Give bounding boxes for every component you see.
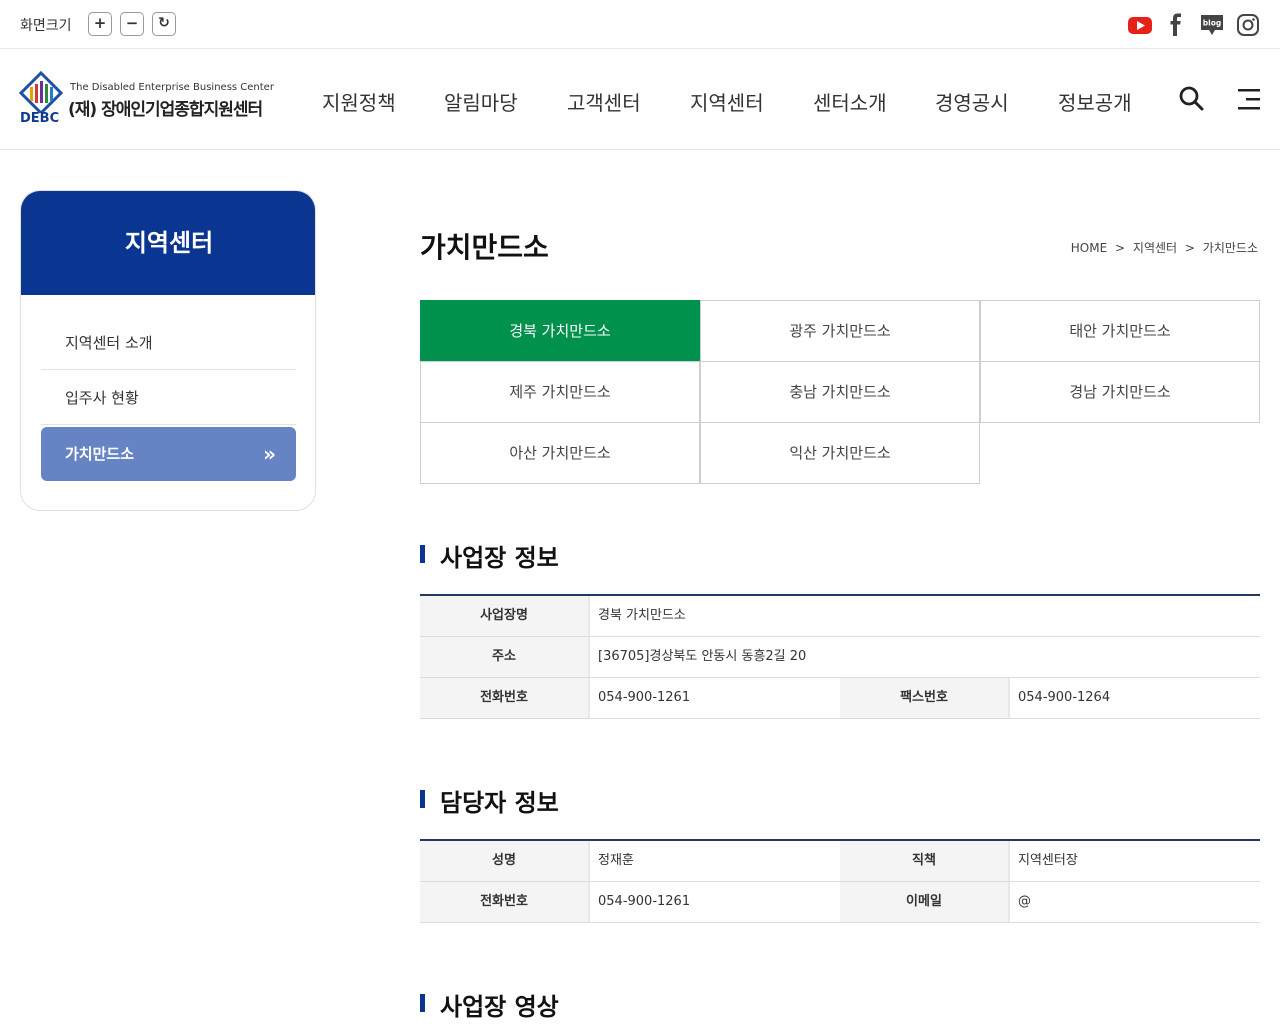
manager-phone-value: 054-900-1261 xyxy=(598,894,691,909)
nav-item-notice[interactable]: 알림마당 xyxy=(444,87,518,116)
manager-info-table: 성명 정재훈 직책 지역센터장 전화번호 054-900-1261 이메일 @ xyxy=(420,839,1260,923)
nav-item-regional-center[interactable]: 지역센터 xyxy=(690,87,764,116)
phone-value: 054-900-1261 xyxy=(598,690,691,705)
zoom-label: 화면크기 xyxy=(20,18,72,34)
position-value: 지역센터장 xyxy=(1018,853,1078,868)
nav-item-center-intro[interactable]: 센터소개 xyxy=(813,87,887,116)
tab-jeju[interactable]: 제주 가치만드소 xyxy=(420,361,700,423)
zoom-in-button[interactable]: + xyxy=(88,12,112,36)
email-value[interactable]: @ xyxy=(1008,882,1031,922)
sidebar-item-label: 가치만드소 xyxy=(65,445,135,463)
business-name-label: 사업장명 xyxy=(420,596,588,636)
fax-value: 054-900-1264 xyxy=(1018,690,1111,705)
nav-item-support-policy[interactable]: 지원정책 xyxy=(322,87,396,116)
email-label: 이메일 xyxy=(840,882,1008,922)
search-icon[interactable] xyxy=(1178,85,1204,111)
sidebar-item-label: 입주사 현황 xyxy=(65,389,139,407)
business-info-table: 사업장명 경북 가치만드소 주소 [36705]경상북도 안동시 동흥2길 20… xyxy=(420,594,1260,719)
logo-abbreviation: DEBC xyxy=(20,111,60,126)
hamburger-menu-icon[interactable] xyxy=(1237,87,1261,111)
fax-label: 팩스번호 xyxy=(840,678,1008,718)
business-name-value: 경북 가치만드소 xyxy=(598,608,686,623)
blog-icon[interactable]: blog xyxy=(1199,12,1225,38)
address-value: [36705]경상북도 안동시 동흥2길 20 xyxy=(598,649,807,664)
table-row: 성명 정재훈 직책 지역센터장 xyxy=(420,841,1260,882)
manager-phone-label: 전화번호 xyxy=(420,882,588,922)
utility-bar: 화면크기 + − ↻ blog xyxy=(0,0,1280,49)
site-logo[interactable]: The Disabled Enterprise Business Center … xyxy=(18,69,288,129)
nav-item-management-disclosure[interactable]: 경영공시 xyxy=(935,87,1009,116)
double-chevron-right-icon: » xyxy=(263,442,276,466)
table-row: 전화번호 054-900-1261 이메일 @ xyxy=(420,882,1260,923)
address-label: 주소 xyxy=(420,637,588,677)
sidebar: 지역센터 지역센터 소개 입주사 현황 가치만드소 » xyxy=(20,190,316,511)
page-title: 가치만드소 xyxy=(420,231,549,264)
tab-iksan[interactable]: 익산 가치만드소 xyxy=(700,422,980,484)
sidebar-item-regional-center-intro[interactable]: 지역센터 소개 xyxy=(41,316,296,370)
debc-logo-icon xyxy=(18,71,64,113)
table-row: 사업장명 경북 가치만드소 xyxy=(420,596,1260,637)
breadcrumb-current: 가치만드소 xyxy=(1202,241,1258,255)
tab-asan[interactable]: 아산 가치만드소 xyxy=(420,422,700,484)
youtube-icon[interactable] xyxy=(1127,12,1153,38)
tab-chungnam[interactable]: 충남 가치만드소 xyxy=(700,361,980,423)
location-tab-grid: 경북 가치만드소 광주 가치만드소 태안 가치만드소 제주 가치만드소 충남 가… xyxy=(420,300,1260,484)
breadcrumb-home[interactable]: HOME xyxy=(1071,241,1107,255)
blog-icon-text: blog xyxy=(1203,19,1221,28)
logo-english-name: The Disabled Enterprise Business Center xyxy=(70,82,274,93)
breadcrumb-separator: > xyxy=(1115,241,1126,255)
sidebar-title: 지역센터 xyxy=(21,191,315,295)
instagram-icon[interactable] xyxy=(1235,12,1261,38)
sidebar-item-label: 지역센터 소개 xyxy=(65,334,153,352)
sidebar-item-gachimandeuso[interactable]: 가치만드소 » xyxy=(41,427,296,481)
manager-info-title: 담당자 정보 xyxy=(420,783,559,818)
tab-gyeongnam[interactable]: 경남 가치만드소 xyxy=(980,361,1260,423)
tab-taean[interactable]: 태안 가치만드소 xyxy=(980,300,1260,362)
table-row: 전화번호 054-900-1261 팩스번호 054-900-1264 xyxy=(420,678,1260,719)
manager-name-value: 정재훈 xyxy=(598,853,634,868)
phone-label: 전화번호 xyxy=(420,678,588,718)
zoom-reset-button[interactable]: ↻ xyxy=(152,12,176,36)
tab-gwangju[interactable]: 광주 가치만드소 xyxy=(700,300,980,362)
tab-gyeongbuk[interactable]: 경북 가치만드소 xyxy=(420,300,700,362)
breadcrumb-separator: > xyxy=(1184,241,1195,255)
nav-item-customer-center[interactable]: 고객센터 xyxy=(567,87,641,116)
breadcrumb: HOME > 지역센터 > 가치만드소 xyxy=(1069,239,1260,256)
sidebar-item-tenant-status[interactable]: 입주사 현황 xyxy=(41,371,296,425)
facebook-icon[interactable] xyxy=(1163,12,1189,38)
position-label: 직책 xyxy=(840,841,1008,881)
manager-name-label: 성명 xyxy=(420,841,588,881)
video-section-title: 사업장 영상 xyxy=(420,987,559,1022)
breadcrumb-regional-center[interactable]: 지역센터 xyxy=(1133,241,1177,255)
logo-korean-name: (재) 장애인기업종합지원센터 xyxy=(68,100,263,120)
nav-item-information-disclosure[interactable]: 정보공개 xyxy=(1058,87,1132,116)
table-row: 주소 [36705]경상북도 안동시 동흥2길 20 xyxy=(420,637,1260,678)
business-info-title: 사업장 정보 xyxy=(420,538,559,573)
site-header: The Disabled Enterprise Business Center … xyxy=(0,49,1280,150)
zoom-out-button[interactable]: − xyxy=(120,12,144,36)
